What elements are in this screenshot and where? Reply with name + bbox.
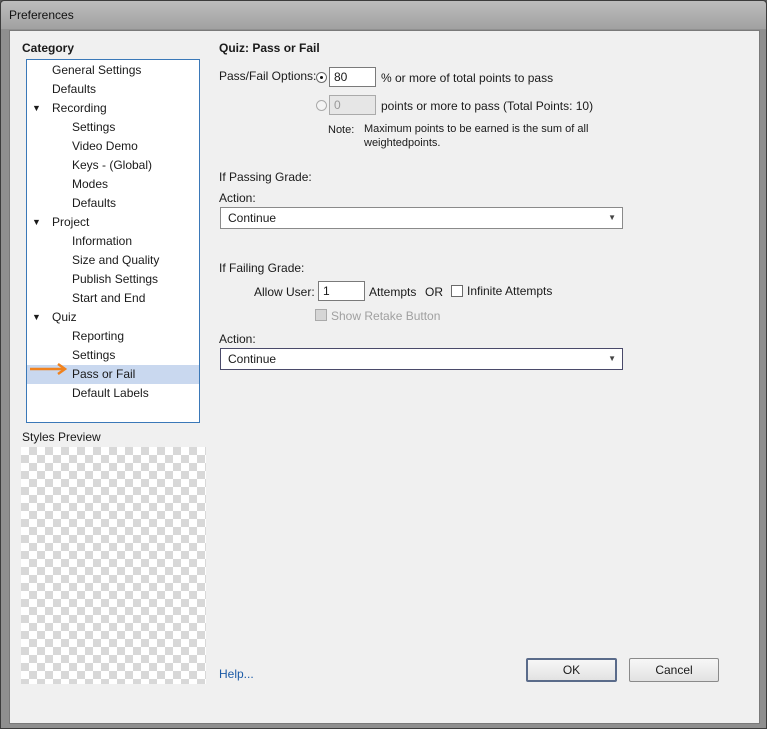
passing-action-select[interactable]: Continue ▼ xyxy=(220,207,623,229)
attempts-input[interactable]: 1 xyxy=(318,281,365,301)
tree-item-label: Video Demo xyxy=(72,139,138,153)
tree-item[interactable]: Information xyxy=(27,232,199,251)
tree-item-label: Reporting xyxy=(72,329,125,343)
tree-item-label: Quiz xyxy=(52,310,77,324)
tree-item[interactable]: Default Labels xyxy=(27,384,199,403)
allow-user-label: Allow User: xyxy=(254,285,315,299)
cancel-button[interactable]: Cancel xyxy=(629,658,719,682)
dropdown-arrow-icon: ▼ xyxy=(608,213,616,222)
dialog-body: Category General Settings Defaults ▼ Record… xyxy=(9,30,760,724)
tree-item[interactable]: Defaults xyxy=(27,80,199,99)
tree-item[interactable]: Modes xyxy=(27,175,199,194)
tree-item-label: Defaults xyxy=(52,82,97,96)
note-label: Note: xyxy=(328,124,355,136)
help-link[interactable]: Help... xyxy=(219,667,254,681)
tree-item-label: Project xyxy=(52,215,90,229)
passing-action-label: Action: xyxy=(219,191,256,205)
points-text: points or more to pass (Total Points: 10… xyxy=(381,99,594,113)
percent-input[interactable]: 80 xyxy=(329,67,376,87)
preferences-window: Preferences Category General Settings Def… xyxy=(0,0,767,729)
tree-item[interactable]: Video Demo xyxy=(27,137,199,156)
page-title: Quiz: Pass or Fail xyxy=(219,41,320,55)
expand-triangle-icon[interactable]: ▼ xyxy=(32,213,41,232)
tree-item[interactable]: Settings xyxy=(27,118,199,137)
tree-item-label: Publish Settings xyxy=(72,272,159,286)
arrow-indicator-icon xyxy=(30,363,68,375)
passing-grade-heading: If Passing Grade: xyxy=(219,170,312,184)
styles-preview xyxy=(21,447,206,684)
note-line-1: Maximum points to be earned is the sum o… xyxy=(364,123,589,135)
show-retake-checkbox[interactable] xyxy=(315,309,327,321)
percent-radio[interactable] xyxy=(316,72,327,83)
or-label: OR xyxy=(425,285,443,299)
tree-item[interactable]: ▼ Quiz xyxy=(27,308,199,327)
failing-action-select[interactable]: Continue ▼ xyxy=(220,348,623,370)
points-input[interactable]: 0 xyxy=(329,95,376,115)
tree-item[interactable]: Keys - (Global) xyxy=(27,156,199,175)
expand-triangle-icon[interactable]: ▼ xyxy=(32,99,41,118)
tree-item-label: Default Labels xyxy=(72,386,149,400)
tree-item-label: Defaults xyxy=(72,196,117,210)
styles-preview-label: Styles Preview xyxy=(22,430,101,444)
tree-item[interactable]: Start and End xyxy=(27,289,199,308)
tree-item-label: Information xyxy=(72,234,133,248)
tree-item[interactable]: Publish Settings xyxy=(27,270,199,289)
tree-item-label: Settings xyxy=(72,348,116,362)
infinite-attempts-label: Infinite Attempts xyxy=(467,284,553,298)
passing-action-value: Continue xyxy=(228,211,277,225)
points-radio[interactable] xyxy=(316,100,327,111)
tree-item-label: Settings xyxy=(72,120,116,134)
tree-item[interactable]: Size and Quality xyxy=(27,251,199,270)
tree-item[interactable]: General Settings xyxy=(27,61,199,80)
failing-grade-heading: If Failing Grade: xyxy=(219,261,305,275)
tree-item[interactable]: ▼ Recording xyxy=(27,99,199,118)
tree-item-label: Start and End xyxy=(72,291,146,305)
title-bar[interactable]: Preferences xyxy=(1,1,766,29)
failing-action-value: Continue xyxy=(228,352,277,366)
tree-item-label: General Settings xyxy=(52,63,142,77)
tree-item-label: Keys - (Global) xyxy=(72,158,153,172)
category-heading: Category xyxy=(22,41,75,55)
tree-item-label: Size and Quality xyxy=(72,253,160,267)
pass-fail-options-label: Pass/Fail Options: xyxy=(219,69,317,83)
attempts-label: Attempts xyxy=(369,285,417,299)
tree-item[interactable]: ▼ Project xyxy=(27,213,199,232)
note-line-2: weightedpoints. xyxy=(364,137,441,149)
tree-item-label: Recording xyxy=(52,101,107,115)
percent-text: % or more of total points to pass xyxy=(381,71,554,85)
tree-item-label: Pass or Fail xyxy=(72,367,136,381)
tree-item[interactable]: Reporting xyxy=(27,327,199,346)
window-title: Preferences xyxy=(9,8,74,22)
failing-action-label: Action: xyxy=(219,332,256,346)
show-retake-label: Show Retake Button xyxy=(331,309,441,323)
expand-triangle-icon[interactable]: ▼ xyxy=(32,308,41,327)
ok-button[interactable]: OK xyxy=(526,658,617,682)
tree-item[interactable]: Defaults xyxy=(27,194,199,213)
tree-item-label: Modes xyxy=(72,177,109,191)
infinite-attempts-checkbox[interactable] xyxy=(451,285,463,297)
dropdown-arrow-icon: ▼ xyxy=(608,354,616,363)
